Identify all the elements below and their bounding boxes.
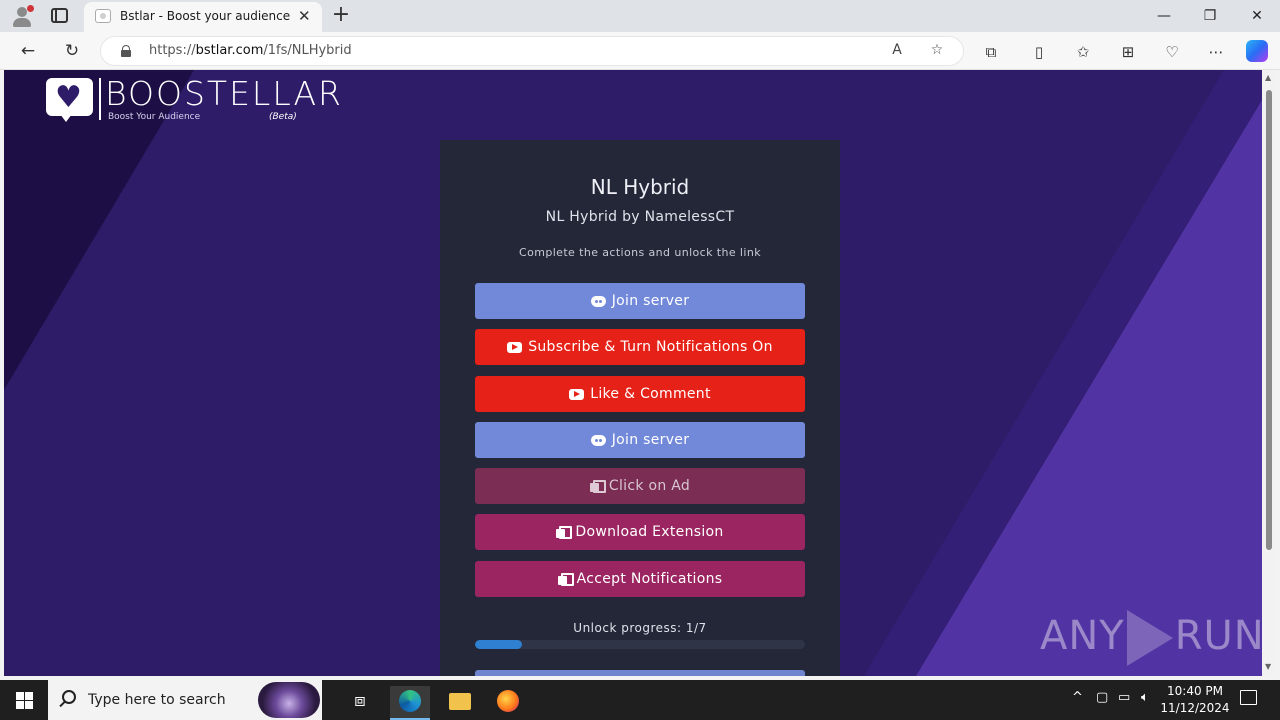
logo-divider (99, 78, 101, 120)
search-icon (62, 690, 76, 704)
unlock-card: NL Hybrid NL Hybrid by NamelessCT Comple… (440, 140, 840, 676)
discord-icon (590, 295, 606, 307)
file-explorer-icon[interactable] (440, 686, 480, 720)
accept-notifications-button[interactable]: Accept Notifications (475, 561, 805, 597)
background-shape-left (4, 70, 194, 390)
browser-tab[interactable]: Bstlar - Boost your audience ✕ (84, 2, 322, 32)
search-placeholder: Type here to search (88, 692, 226, 708)
anyrun-watermark: ANY RUN (1040, 610, 1262, 666)
action-label: Click on Ad (608, 478, 691, 494)
tab-title: Bstlar - Boost your audience (120, 9, 291, 23)
windows-start-icon[interactable] (16, 692, 33, 709)
new-tab-button[interactable]: + (330, 3, 352, 27)
favorite-star-icon[interactable]: ☆ (927, 42, 947, 58)
read-aloud-icon[interactable]: A (887, 42, 907, 58)
unlock-button[interactable] (475, 670, 805, 676)
action-label: Accept Notifications (576, 571, 723, 587)
windows-taskbar: Type here to search ⧈ ^ ▢ ▭ 🔈︎ 10:40 PM … (0, 680, 1280, 720)
clock-date: 11/12/2024 (1160, 701, 1230, 715)
lock-icon[interactable] (121, 45, 131, 57)
watermark-left: ANY (1040, 613, 1125, 659)
restore-icon[interactable]: ❐ (1200, 6, 1220, 26)
extensions-icon[interactable]: ⧉ (980, 41, 1002, 63)
logo-name: BOOSTELLAR (105, 74, 343, 113)
browser-tab-bar: Bstlar - Boost your audience ✕ + — ❐ ✕ (0, 0, 1280, 32)
card-title: NL Hybrid (590, 175, 690, 199)
firefox-icon[interactable] (488, 686, 528, 720)
tab-favicon-icon (95, 9, 111, 23)
network-icon[interactable]: ▭ (1118, 690, 1130, 705)
notifications-icon[interactable] (1240, 690, 1257, 705)
join-server-button-2[interactable]: Join server (475, 422, 805, 458)
unlock-progress-fill (475, 640, 523, 649)
refresh-icon[interactable]: ↻ (61, 40, 83, 62)
taskbar-clock[interactable]: 10:40 PM 11/12/2024 (1160, 683, 1230, 717)
join-server-button-1[interactable]: Join server (475, 283, 805, 319)
logo-tagline: Boost Your Audience (108, 112, 201, 122)
logo-bubble-icon: ♥ (46, 78, 93, 122)
youtube-icon (569, 388, 585, 400)
edge-taskbar-icon[interactable] (390, 686, 430, 720)
click-on-ad-button[interactable]: Click on Ad (475, 468, 805, 504)
scroll-up-icon[interactable]: ▲ (1265, 73, 1271, 82)
device-icon[interactable]: ▢ (1096, 690, 1108, 705)
split-screen-icon[interactable]: ▯ (1028, 41, 1050, 63)
favorites-icon[interactable]: ✩ (1072, 41, 1094, 63)
address-bar[interactable]: https://bstlar.com/1fs/NLHybrid A ☆ (100, 36, 964, 66)
site-logo[interactable]: ♥ BOOSTELLAR Boost Your Audience (Beta) (46, 74, 341, 126)
card-subtitle: NL Hybrid by NamelessCT (545, 209, 735, 225)
action-label: Join server (611, 293, 690, 309)
browser-toolbar: ← ↻ https://bstlar.com/1fs/NLHybrid A ☆ … (0, 32, 1280, 70)
youtube-icon (507, 341, 523, 353)
more-menu-icon[interactable]: ⋯ (1205, 41, 1227, 63)
collections-icon[interactable]: ⊞ (1117, 41, 1139, 63)
url-text[interactable]: https://bstlar.com/1fs/NLHybrid (149, 43, 352, 58)
show-hidden-icons-icon[interactable]: ^ (1072, 690, 1083, 705)
watermark-right: RUN (1174, 613, 1262, 659)
unlock-progress-bar (475, 640, 805, 649)
subscribe-button[interactable]: Subscribe & Turn Notifications On (475, 329, 805, 365)
search-highlight-image (258, 682, 320, 718)
copy-icon (557, 572, 574, 586)
copilot-icon[interactable] (1246, 40, 1268, 62)
browser-essentials-icon[interactable]: ♡ (1161, 41, 1183, 63)
volume-icon[interactable]: 🔈︎ (1141, 690, 1149, 705)
close-window-icon[interactable]: ✕ (1247, 6, 1267, 26)
clock-time: 10:40 PM (1167, 684, 1223, 698)
page-viewport: ♥ BOOSTELLAR Boost Your Audience (Beta) … (4, 70, 1262, 676)
back-icon[interactable]: ← (17, 40, 39, 62)
scroll-down-icon[interactable]: ▼ (1265, 662, 1271, 671)
action-label: Join server (611, 432, 690, 448)
action-label: Download Extension (575, 524, 724, 540)
action-label: Like & Comment (590, 386, 711, 402)
like-comment-button[interactable]: Like & Comment (475, 376, 805, 412)
tab-close-icon[interactable]: ✕ (298, 7, 311, 25)
task-view-icon[interactable]: ⧈ (340, 686, 380, 720)
page-scrollbar[interactable]: ▲ ▼ (1262, 70, 1276, 676)
watermark-play-icon (1126, 610, 1173, 666)
taskbar-search-box[interactable]: Type here to search (48, 680, 322, 720)
card-description: Complete the actions and unlock the link (519, 246, 761, 259)
profile-icon[interactable] (10, 4, 34, 28)
minimize-icon[interactable]: — (1154, 6, 1174, 26)
discord-icon (590, 434, 606, 446)
action-label: Subscribe & Turn Notifications On (528, 339, 773, 355)
download-extension-button[interactable]: Download Extension (475, 514, 805, 550)
unlock-progress-label: Unlock progress: 1/7 (573, 621, 707, 635)
scroll-thumb[interactable] (1266, 90, 1272, 550)
copy-icon (589, 479, 606, 493)
tab-actions-icon[interactable] (51, 8, 68, 23)
copy-icon (556, 525, 573, 539)
logo-beta: (Beta) (269, 112, 297, 122)
